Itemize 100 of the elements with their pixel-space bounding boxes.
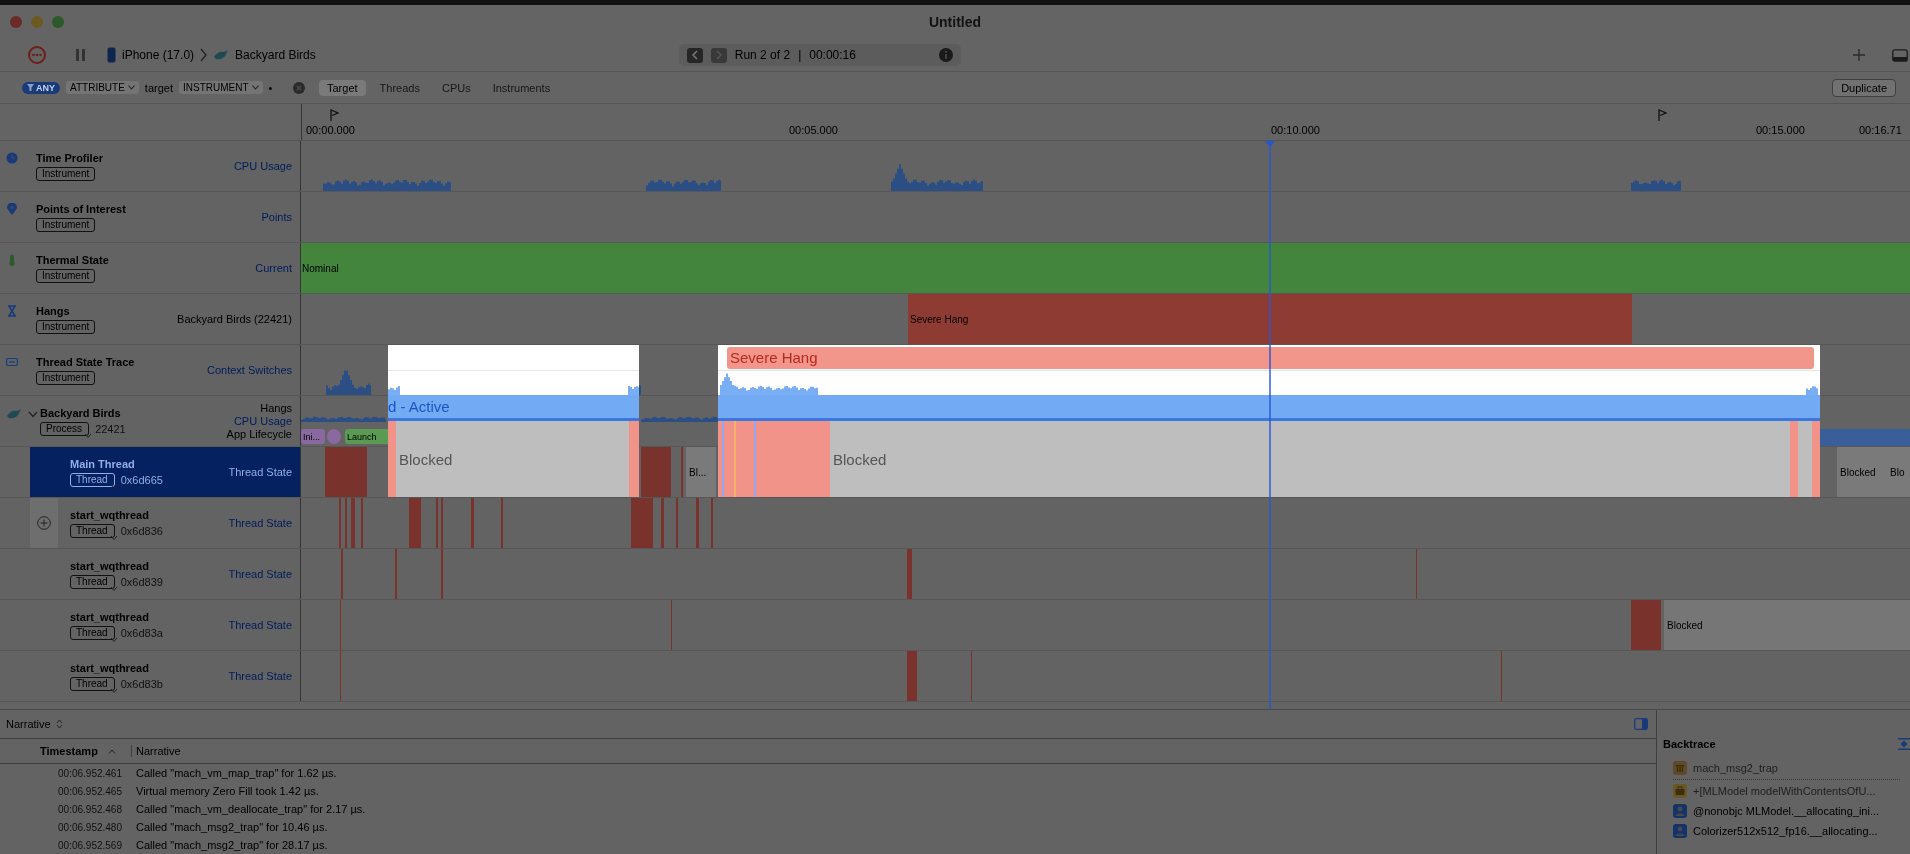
track-title: Main Thread [70, 457, 136, 470]
track-link[interactable]: CPU Usage [233, 415, 292, 427]
track-header[interactable]: start_wqthread Thread 0x6d836 Thread State [30, 498, 300, 548]
track-detail: Backyard Birds (22421) [177, 313, 292, 325]
track-link[interactable]: Current [255, 262, 292, 274]
clear-icon [293, 81, 305, 94]
track-link[interactable]: CPU Usage [233, 160, 292, 172]
narrative-cell-text: Called "mach_vm_deallocate_trap" for 2.17 µs. [135, 803, 366, 815]
thermal-state-bar: Nominal [301, 243, 1910, 293]
column-header[interactable]: Narrative [132, 745, 181, 757]
phone-icon [107, 47, 116, 63]
track-link[interactable]: Thread State [228, 517, 292, 529]
caret-icon [109, 585, 118, 592]
track-type-tag: Instrument [36, 319, 96, 334]
chevron-icon [690, 50, 699, 60]
track-link[interactable]: Points [261, 211, 292, 223]
scope-tab[interactable]: CPUs [433, 79, 479, 96]
record-button[interactable] [25, 43, 49, 67]
track-title: Points of Interest [36, 202, 127, 215]
sidebar-toggle-icon[interactable] [1634, 718, 1648, 730]
thread-state-segment [471, 498, 474, 548]
track-link[interactable]: Thread State [228, 670, 292, 682]
scope-tab[interactable]: Instruments [484, 79, 559, 96]
add-icon[interactable] [37, 516, 51, 530]
window-control-button[interactable] [52, 16, 64, 28]
thread-state-segment [1631, 600, 1661, 650]
view-selector[interactable]: Narrative [6, 718, 63, 730]
blocked-segment: Blocked [396, 421, 629, 497]
track-header[interactable]: start_wqthread Thread 0x6d83b Thread State [30, 651, 300, 701]
previous-run-button[interactable] [686, 47, 703, 63]
chevron-icon [714, 50, 723, 60]
cpu-usage-graph [1806, 386, 1818, 395]
caret-icon [109, 534, 118, 541]
track-type-tag: Instrument [36, 268, 96, 283]
track-title: start_wqthread [70, 559, 150, 572]
expand-icon [1898, 738, 1910, 750]
time-tick-label: 00:15.000 [1756, 124, 1805, 136]
column-header[interactable]: Timestamp [0, 745, 132, 757]
thread-address: 0x6d665 [120, 473, 163, 486]
panel-toggle-button[interactable] [1890, 46, 1910, 64]
time-tick-label: 00:05.000 [789, 124, 838, 136]
updown-caret-icon [55, 719, 63, 729]
state-label: Blocked [1664, 600, 1910, 650]
any-token[interactable]: ANY [22, 81, 60, 94]
time-tick-label: 00:10.000 [1271, 124, 1320, 136]
state-label: Blocked [1837, 447, 1887, 497]
bird-icon [6, 407, 22, 421]
timestamp-cell-text: 00:06.952.461 [57, 767, 123, 779]
cpu-usage-graph [628, 385, 639, 395]
stack-frame[interactable]: mach_msg2_trap [1693, 762, 1778, 774]
track-type-tag: Thread [70, 523, 115, 538]
run-duration: 00:00:16 [809, 48, 856, 62]
track-title: start_wqthread [70, 610, 150, 623]
caret-icon [109, 483, 118, 490]
track-title: start_wqthread [70, 661, 150, 674]
caret-icon [251, 85, 259, 90]
track-link[interactable]: Thread State [228, 568, 292, 580]
next-run-button[interactable] [710, 47, 727, 63]
blocked-segment: Blocked [830, 421, 1790, 497]
track-type-tag: Thread [70, 574, 115, 589]
thread-address: 0x6d83a [120, 626, 163, 639]
disclosure-icon[interactable] [28, 411, 38, 418]
track-link[interactable]: Thread State [228, 619, 292, 631]
attribute-token[interactable]: ATTRIBUTE [66, 81, 139, 94]
track-title: start_wqthread [70, 508, 150, 521]
stack-frame[interactable]: +[MLModel modelWithContentsOfU... [1693, 785, 1876, 797]
clock-icon [6, 152, 18, 164]
track-detail: Hangs [260, 402, 292, 414]
person-icon [1673, 824, 1687, 838]
caret-icon [127, 85, 135, 90]
cpu-usage-graph [388, 386, 400, 395]
track-link[interactable]: Thread State [228, 466, 292, 478]
track-title: Thermal State [36, 253, 110, 266]
add-button[interactable] [1850, 46, 1868, 64]
target-menu[interactable]: Backyard Birds [235, 48, 316, 62]
track-type-tag: Instrument [36, 370, 96, 385]
narrative-cell-text: Called "mach_msg2_trap" for 28.17 µs. [135, 839, 328, 851]
track-type-tag: Thread [70, 676, 115, 691]
track-header[interactable]: start_wqthread Thread 0x6d83a Thread State [30, 600, 300, 650]
thread-state-segment [696, 498, 699, 548]
track-detail: App Lifecycle [226, 428, 292, 440]
scope-tab[interactable]: Threads [371, 79, 428, 96]
window-control-button[interactable] [31, 16, 43, 28]
stack-frame[interactable]: @nonobjc MLModel.__allocating_ini... [1693, 805, 1880, 817]
track-title: Backyard Birds [40, 406, 122, 419]
thread-address: 0x6d839 [120, 575, 163, 588]
selected-track-row[interactable]: Main Thread Thread 0x6d665 Thread State [30, 447, 300, 497]
library-icon [1673, 761, 1687, 775]
track-header[interactable]: start_wqthread Thread 0x6d839 Thread State [30, 549, 300, 599]
attribute-token[interactable]: INSTRUMENT [179, 81, 263, 94]
scope-tab[interactable]: Target [319, 79, 366, 96]
filter-text: • [268, 81, 273, 94]
device-menu[interactable]: iPhone (17.0) [122, 48, 195, 62]
chevron-icon [200, 48, 208, 62]
stack-frame[interactable]: Colorizer512x512_fp16.__allocating... [1693, 825, 1878, 837]
filter-field[interactable]: ANY ATTRIBUTE target INSTRUMENT • [22, 77, 305, 98]
track-link[interactable]: Context Switches [207, 364, 292, 376]
window-control-button[interactable] [10, 16, 22, 28]
duplicate-button[interactable]: Duplicate [1832, 78, 1896, 97]
toolbox-icon [1673, 784, 1687, 798]
